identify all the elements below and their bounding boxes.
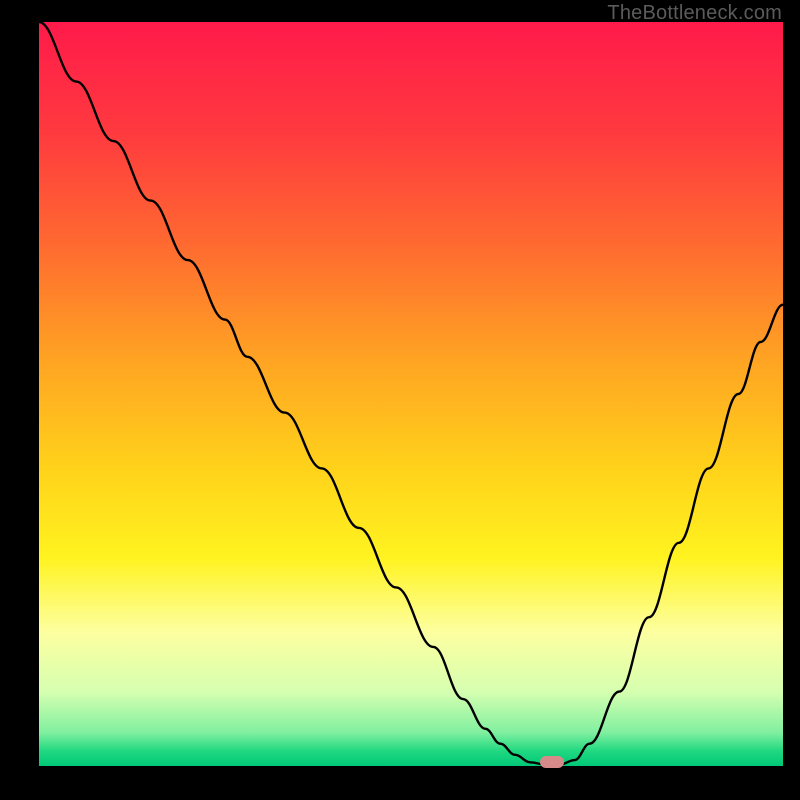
plot-area <box>39 22 783 766</box>
chart-container: TheBottleneck.com <box>0 0 800 800</box>
bottleneck-curve <box>39 22 783 766</box>
optimal-marker <box>540 756 564 768</box>
